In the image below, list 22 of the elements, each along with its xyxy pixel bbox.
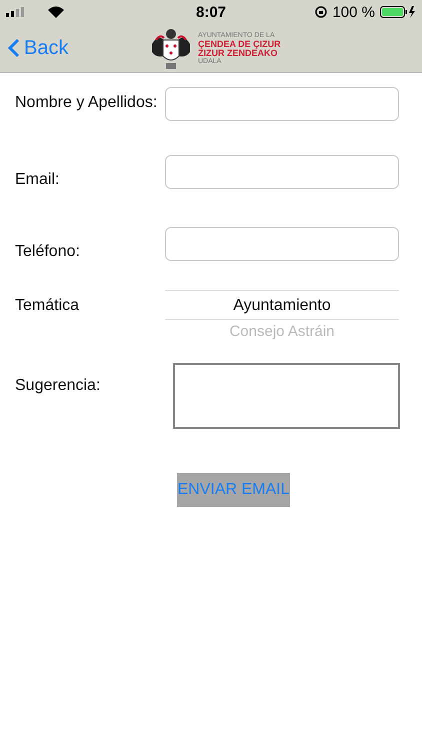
send-email-button[interactable]: ENVIAR EMAIL <box>177 473 290 507</box>
suggestion-field[interactable] <box>173 363 400 429</box>
text-field[interactable] <box>165 87 399 121</box>
status-time: 8:07 <box>196 4 226 20</box>
logo-text: ÇENDEA DE ÇIZUR <box>198 40 281 49</box>
text-field[interactable] <box>165 227 399 261</box>
field-label: Temática <box>15 297 80 315</box>
text-field[interactable] <box>165 155 399 189</box>
battery-charging-icon <box>380 6 416 18</box>
field-label: Email: <box>15 171 60 189</box>
battery-percent: 100 % <box>332 4 375 20</box>
back-button[interactable]: Back <box>8 36 68 60</box>
logo-text: ZIZUR ZENDEAKO <box>198 49 278 58</box>
chevron-left-icon <box>8 38 20 58</box>
signal-icon <box>6 7 24 17</box>
picker-option[interactable]: Consejo Astráin <box>165 320 399 344</box>
picker-option[interactable]: Ayuntamiento <box>165 290 399 320</box>
field-label: Teléfono: <box>15 243 81 261</box>
field-label: Nombre y Apellidos: <box>15 94 158 112</box>
wifi-icon <box>48 6 64 18</box>
rotation-lock-icon <box>315 6 328 18</box>
field-label: Sugerencia: <box>15 377 102 395</box>
